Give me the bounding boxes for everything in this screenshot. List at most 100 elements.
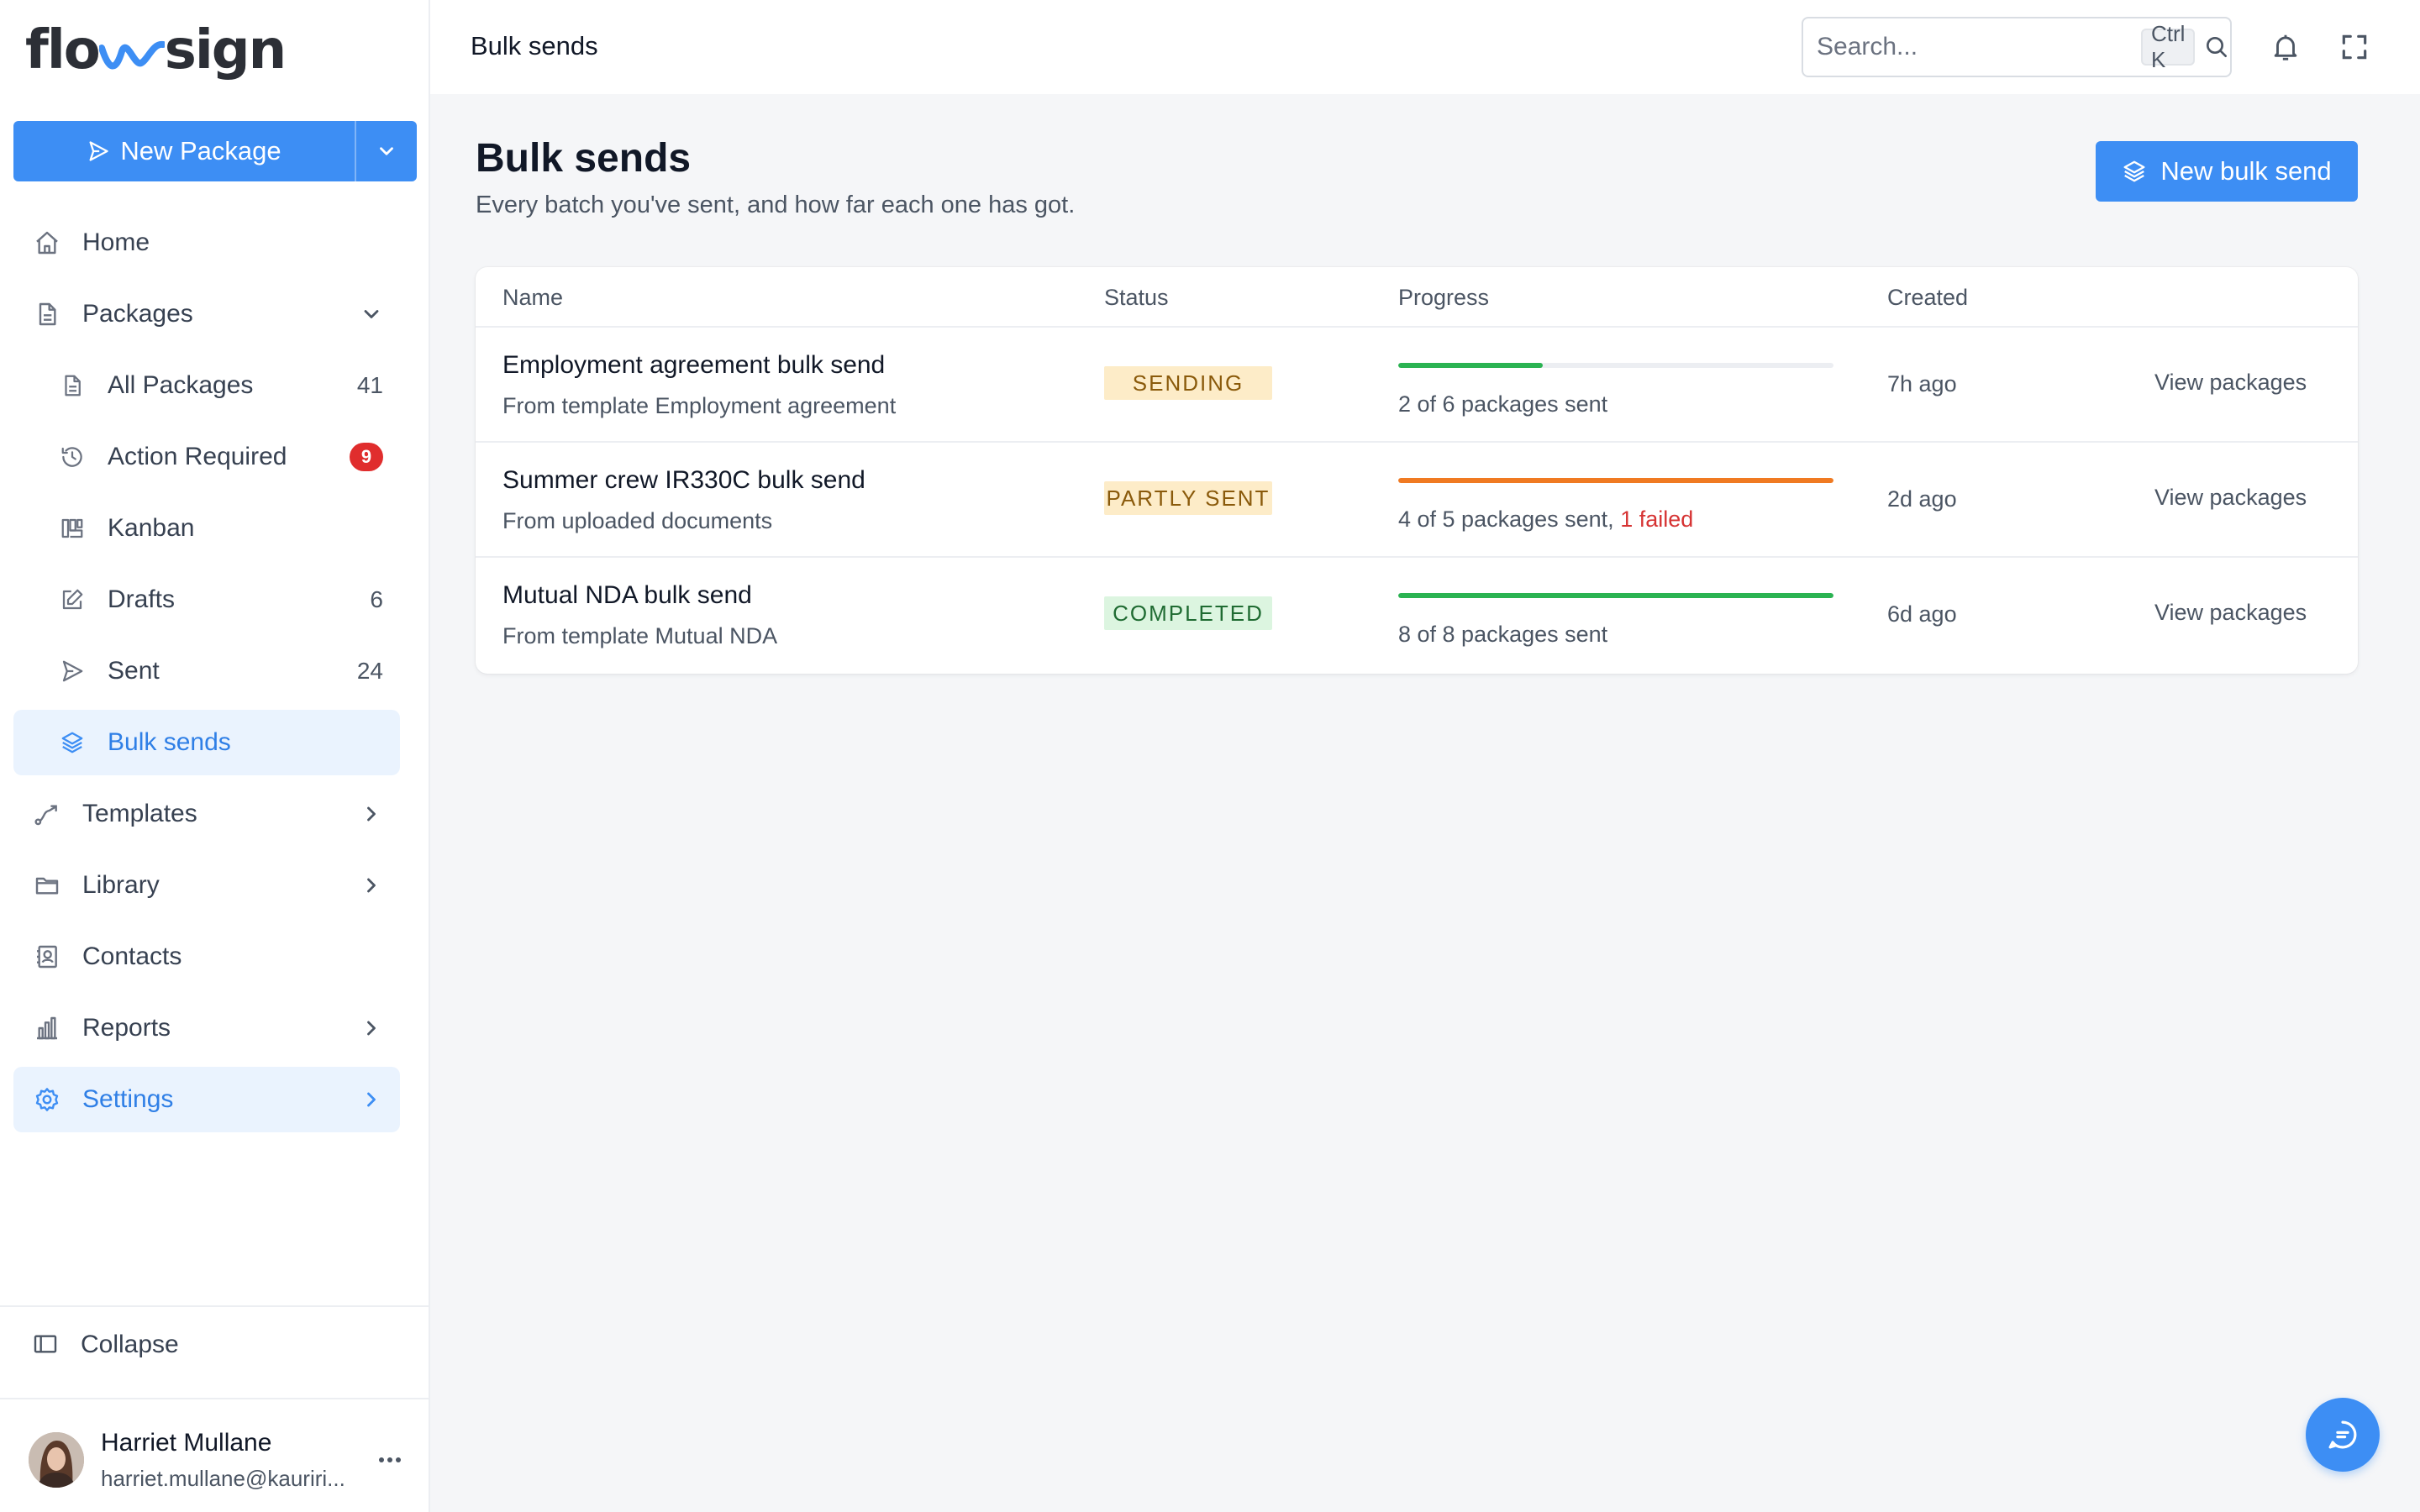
sidebar-item-label: Home	[82, 228, 150, 256]
chevron-right-icon	[360, 874, 383, 897]
search-input[interactable]	[1817, 33, 2141, 61]
chevron-right-icon	[360, 802, 383, 826]
collapse-label: Collapse	[81, 1331, 179, 1358]
gear-icon	[32, 1084, 62, 1115]
layers-icon	[2123, 160, 2145, 182]
progress-failed-text: 1 failed	[1620, 507, 1694, 532]
new-bulk-send-label: New bulk send	[2160, 156, 2332, 186]
table-header: Name Status Progress Created	[476, 267, 2358, 328]
header-title: Bulk sends	[471, 31, 598, 60]
table-row[interactable]: Mutual NDA bulk send From template Mutua…	[476, 558, 2358, 673]
chevron-right-icon	[360, 1088, 383, 1111]
column-header-created[interactable]: Created	[1887, 267, 1968, 328]
new-package-label: New Package	[120, 136, 281, 165]
sidebar-item-label: Reports	[82, 1014, 171, 1042]
sidebar-item-settings[interactable]: Settings	[13, 1067, 400, 1132]
column-header-status[interactable]: Status	[1104, 267, 1169, 328]
collapse-button[interactable]: Collapse	[32, 1331, 179, 1359]
send-icon	[57, 656, 87, 686]
contact-book-icon	[32, 942, 62, 972]
item-count: 6	[370, 586, 383, 612]
column-header-progress[interactable]: Progress	[1398, 267, 1489, 328]
logo-wave-icon	[98, 40, 165, 70]
sidebar-item-sent[interactable]: Sent 24	[13, 638, 400, 704]
document-icon	[32, 299, 62, 329]
action-required-badge: 9	[350, 443, 383, 471]
user-profile[interactable]: Harriet Mullane harriet.mullane@kauriri.…	[29, 1425, 407, 1495]
bulk-sends-table: Name Status Progress Created Employment …	[476, 267, 2358, 674]
bulk-send-source: From uploaded documents	[502, 508, 773, 533]
sidebar-item-reports[interactable]: Reports	[13, 995, 400, 1061]
bulk-send-name: Mutual NDA bulk send	[502, 581, 752, 609]
sidebar-item-label: Contacts	[82, 942, 182, 970]
sidebar: flo sign New Package Home Packages All P…	[0, 0, 430, 1512]
route-icon	[32, 799, 62, 829]
chat-icon	[2328, 1420, 2357, 1449]
created-time: 2d ago	[1887, 486, 1957, 512]
created-time: 6d ago	[1887, 601, 1957, 627]
progress-bar-fill	[1398, 593, 1833, 598]
status-badge: PARTLY SENT	[1104, 481, 1272, 515]
sidebar-item-label: Settings	[82, 1085, 174, 1113]
bell-icon[interactable]	[2267, 29, 2304, 66]
sidebar-item-label: Library	[82, 871, 160, 899]
sidebar-item-kanban[interactable]: Kanban	[13, 496, 400, 561]
bulk-send-source: From template Employment agreement	[502, 393, 897, 418]
sidebar-item-contacts[interactable]: Contacts	[13, 924, 400, 990]
created-time: 7h ago	[1887, 371, 1957, 396]
progress-text: 2 of 6 packages sent	[1398, 391, 1607, 417]
sidebar-item-home[interactable]: Home	[13, 210, 400, 276]
folder-icon	[32, 870, 62, 900]
sidebar-item-packages[interactable]: Packages	[13, 281, 400, 347]
view-packages-link[interactable]: View packages	[2154, 600, 2307, 626]
view-packages-link[interactable]: View packages	[2154, 485, 2307, 511]
table-row[interactable]: Employment agreement bulk send From temp…	[476, 328, 2358, 443]
logo-text-end: sign	[164, 19, 287, 81]
sidebar-item-templates[interactable]: Templates	[13, 781, 400, 847]
sidebar-item-label: Bulk sends	[108, 728, 231, 756]
search-icon[interactable]	[2203, 30, 2230, 64]
avatar	[29, 1432, 84, 1488]
top-header: Bulk sends Ctrl K	[430, 0, 2420, 94]
new-package-button[interactable]: New Package	[13, 121, 356, 181]
bulk-send-source: From template Mutual NDA	[502, 623, 778, 648]
sidebar-item-label: Templates	[82, 800, 197, 827]
sidebar-divider	[0, 1305, 430, 1307]
sidebar-item-label: Kanban	[108, 514, 195, 542]
bulk-send-name: Summer crew IR330C bulk send	[502, 466, 865, 494]
kanban-icon	[57, 513, 87, 543]
chat-button[interactable]	[2306, 1398, 2380, 1472]
history-icon	[57, 442, 87, 472]
layers-icon	[57, 727, 87, 758]
more-icon[interactable]	[373, 1457, 407, 1463]
sidebar-nav: Home Packages All Packages 41 Action Req…	[13, 210, 400, 1138]
item-count: 41	[356, 372, 383, 398]
sidebar-item-action-required[interactable]: Action Required 9	[13, 424, 400, 490]
bar-chart-icon	[32, 1013, 62, 1043]
progress-sent-text: 4 of 5 packages sent,	[1398, 507, 1621, 532]
fullscreen-icon[interactable]	[2336, 29, 2373, 66]
app-logo[interactable]: flo sign	[25, 18, 287, 82]
chevron-right-icon	[360, 1016, 383, 1040]
progress-bar-fill	[1398, 478, 1833, 483]
status-badge: SENDING	[1104, 366, 1272, 400]
home-icon	[32, 228, 62, 258]
new-bulk-send-button[interactable]: New bulk send	[2096, 141, 2358, 202]
sidebar-collapse-icon	[32, 1331, 60, 1359]
progress-text: 4 of 5 packages sent, 1 failed	[1398, 507, 1693, 533]
view-packages-link[interactable]: View packages	[2154, 370, 2307, 396]
search-shortcut-hint: Ctrl K	[2141, 21, 2196, 72]
logo-text-start: flo	[25, 19, 101, 81]
status-badge: COMPLETED	[1104, 596, 1272, 630]
new-package-dropdown-button[interactable]	[356, 121, 417, 181]
table-row[interactable]: Summer crew IR330C bulk send From upload…	[476, 443, 2358, 558]
sidebar-item-library[interactable]: Library	[13, 853, 400, 918]
sidebar-item-label: All Packages	[108, 371, 254, 399]
sidebar-item-bulk-sends[interactable]: Bulk sends	[13, 710, 400, 775]
progress-bar	[1398, 593, 1833, 598]
sidebar-item-label: Sent	[108, 657, 160, 685]
sidebar-item-all-packages[interactable]: All Packages 41	[13, 353, 400, 418]
column-header-name[interactable]: Name	[502, 267, 563, 328]
progress-sent-text: 8 of 8 packages sent	[1398, 622, 1608, 647]
sidebar-item-drafts[interactable]: Drafts 6	[13, 567, 400, 633]
